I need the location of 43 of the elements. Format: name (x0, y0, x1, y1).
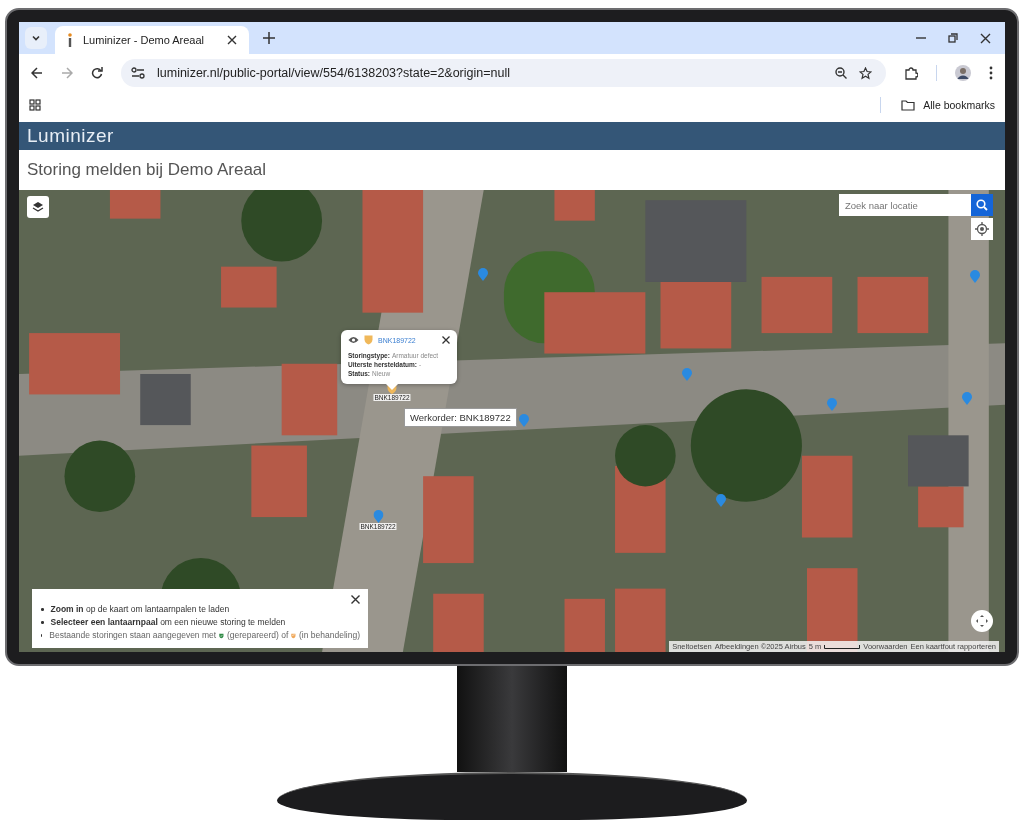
back-arrow-icon[interactable] (31, 67, 43, 79)
scale-bar-icon (824, 644, 861, 649)
shield-icon (364, 335, 373, 345)
tab-list-button[interactable] (25, 27, 47, 49)
bookmarks-folder-link[interactable]: Alle bookmarks (923, 99, 995, 111)
search-button[interactable] (971, 194, 993, 216)
instruction-text: Selecteer een lantaarnpaal om een nieuwe storing te melden (50, 616, 286, 629)
logo-text: Luminizer (27, 125, 114, 147)
zoom-icon[interactable] (835, 67, 847, 79)
address-bar[interactable]: luminizer.nl/public-portal/view/554/6138203?state=2&origin=null (121, 59, 886, 87)
reload-icon[interactable] (91, 67, 103, 79)
legend-text: (in behandeling) (299, 629, 360, 642)
legend-text: Bestaande storingen staan aangegeven met (49, 629, 217, 642)
close-icon[interactable] (980, 32, 991, 44)
browser-tab[interactable]: Luminizer - Demo Areaal (55, 26, 249, 54)
close-icon[interactable] (227, 35, 237, 45)
my-location-button[interactable] (971, 218, 993, 240)
search-field[interactable]: Zoek naar locatie (839, 194, 971, 216)
tab-title: Luminizer - Demo Areaal (83, 34, 206, 46)
site-settings-icon[interactable] (131, 67, 145, 79)
fullscreen-icon (976, 615, 988, 627)
profile-avatar-icon[interactable] (955, 65, 971, 81)
favicon-icon (67, 33, 73, 47)
apps-grid-icon[interactable] (29, 99, 41, 111)
caret-icon (31, 33, 41, 43)
workorder-tooltip: Werkorder: BNK189722 (404, 408, 517, 427)
folder-icon (901, 99, 916, 111)
star-icon[interactable] (859, 66, 872, 80)
search-icon (976, 199, 988, 211)
layers-button[interactable] (27, 196, 49, 218)
new-tab-icon[interactable] (263, 32, 275, 44)
page-title: Storing melden bij Demo Areaal (26, 159, 268, 181)
menu-dots-icon[interactable] (989, 66, 993, 80)
crosshair-icon (975, 222, 989, 236)
instruction-text: Zoom in op de kaart om lantaarnpalen te laden (50, 603, 230, 616)
restore-icon[interactable] (948, 33, 958, 43)
legend-text: (gerepareerd) of (226, 629, 289, 642)
url-text: luminizer.nl/public-portal/view/554/6138203?state=2&origin=null (157, 66, 510, 80)
puzzle-piece-icon[interactable] (904, 66, 918, 80)
close-icon[interactable] (351, 595, 360, 604)
layers-icon (32, 201, 44, 213)
eye-icon[interactable] (348, 336, 359, 344)
close-icon[interactable] (442, 336, 450, 344)
